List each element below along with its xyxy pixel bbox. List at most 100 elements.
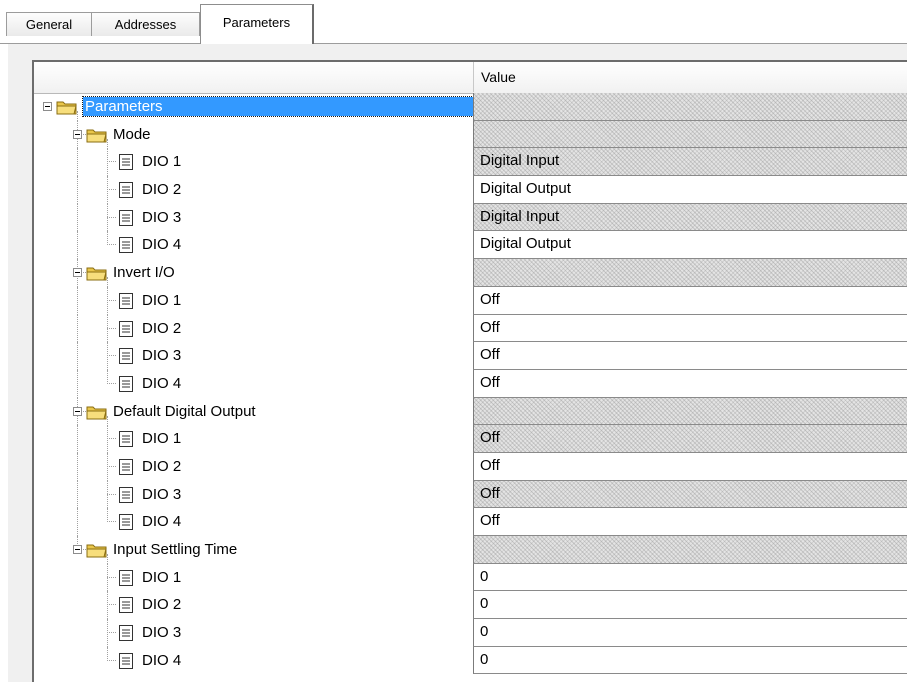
tree-param-row[interactable]: DIO 3 0 xyxy=(34,619,907,647)
parameter-icon xyxy=(118,236,134,254)
row-label[interactable]: Default Digital Output xyxy=(113,402,256,421)
row-label[interactable]: DIO 3 xyxy=(142,346,181,365)
tree-param-row[interactable]: DIO 2 Off xyxy=(34,314,907,343)
value-cell[interactable]: 0 xyxy=(473,591,907,620)
folder-icon xyxy=(86,127,108,143)
tab-parameters[interactable]: Parameters xyxy=(200,4,314,44)
value-cell[interactable]: Off xyxy=(473,508,907,536)
tree-group-row[interactable]: Invert I/O xyxy=(34,259,907,288)
readonly-value-cell xyxy=(473,397,907,426)
collapse-icon[interactable] xyxy=(43,102,52,111)
collapse-icon[interactable] xyxy=(73,129,82,139)
tree-connector xyxy=(107,382,116,385)
row-label[interactable]: DIO 2 xyxy=(142,180,181,199)
collapse-icon[interactable] xyxy=(73,406,82,416)
row-label[interactable]: DIO 4 xyxy=(142,235,181,254)
value-cell[interactable]: Digital Output xyxy=(473,231,907,260)
parameter-icon xyxy=(118,153,134,171)
collapse-icon[interactable] xyxy=(73,268,82,278)
value-cell[interactable]: Off xyxy=(473,286,907,315)
value-cell[interactable]: 0 xyxy=(473,619,907,647)
row-name-cell: Mode xyxy=(34,120,473,149)
value-cell[interactable]: Digital Output xyxy=(473,176,907,204)
row-label[interactable]: DIO 2 xyxy=(142,595,181,614)
row-label[interactable]: DIO 1 xyxy=(142,429,181,448)
tree-param-row[interactable]: DIO 1 Off xyxy=(34,425,907,453)
row-label[interactable]: DIO 1 xyxy=(142,568,181,587)
readonly-value-cell xyxy=(473,259,907,287)
value-cell[interactable]: 0 xyxy=(473,563,907,592)
tree-group-row[interactable]: Default Digital Output xyxy=(34,397,907,426)
tree-connector xyxy=(77,508,79,536)
row-label[interactable]: Invert I/O xyxy=(113,263,175,282)
row-label[interactable]: Parameters xyxy=(82,96,474,117)
tree-param-row[interactable]: DIO 4 0 xyxy=(34,646,907,675)
tree-param-row[interactable]: DIO 3 Digital Input xyxy=(34,203,907,232)
parameter-icon xyxy=(118,347,134,365)
tree-param-row[interactable]: DIO 4 Off xyxy=(34,369,907,398)
tree-connector xyxy=(77,176,79,204)
row-label[interactable]: DIO 4 xyxy=(142,512,181,531)
tree-param-row[interactable]: DIO 4 Digital Output xyxy=(34,231,907,260)
row-label[interactable]: DIO 3 xyxy=(142,623,181,642)
tree-param-row[interactable]: DIO 1 0 xyxy=(34,563,907,592)
tree-param-row[interactable]: DIO 1 Digital Input xyxy=(34,148,907,177)
readonly-value-cell[interactable]: Off xyxy=(473,425,907,453)
tree-param-row[interactable]: DIO 2 0 xyxy=(34,591,907,620)
parameter-icon xyxy=(118,181,134,199)
row-label[interactable]: Input Settling Time xyxy=(113,540,237,559)
row-label[interactable]: DIO 3 xyxy=(142,208,181,227)
tab-strip: General Addresses Parameters xyxy=(0,0,907,44)
collapse-icon[interactable] xyxy=(73,545,82,554)
value-cell[interactable]: Off xyxy=(473,452,907,481)
tab-addresses[interactable]: Addresses xyxy=(91,12,200,36)
tree-group-row[interactable]: Input Settling Time xyxy=(34,536,907,564)
tree-param-row[interactable]: DIO 2 Digital Output xyxy=(34,176,907,204)
name-column-header[interactable] xyxy=(34,62,474,92)
tree-connector xyxy=(107,576,116,579)
parameter-icon xyxy=(118,596,134,614)
value-cell[interactable]: Off xyxy=(473,314,907,343)
tree-connector xyxy=(107,438,116,440)
readonly-value-cell xyxy=(473,93,907,121)
folder-icon xyxy=(56,99,78,115)
value-cell[interactable]: Off xyxy=(473,369,907,398)
row-label[interactable]: DIO 3 xyxy=(142,485,181,504)
folder-icon xyxy=(86,265,108,281)
row-label[interactable]: DIO 4 xyxy=(142,651,181,670)
row-label[interactable]: DIO 2 xyxy=(142,457,181,476)
tree-param-row[interactable]: DIO 3 Off xyxy=(34,342,907,370)
row-label[interactable]: DIO 4 xyxy=(142,374,181,393)
row-name-cell: DIO 2 xyxy=(34,176,473,204)
readonly-value-cell[interactable]: Digital Input xyxy=(473,203,907,232)
tree-connector xyxy=(107,493,116,496)
tree-connector xyxy=(77,203,79,232)
row-label[interactable]: DIO 1 xyxy=(142,152,181,171)
row-name-cell: DIO 4 xyxy=(34,646,473,675)
tree-connector xyxy=(107,216,116,219)
readonly-value-cell[interactable]: Digital Input xyxy=(473,148,907,177)
readonly-value-cell[interactable]: Off xyxy=(473,480,907,509)
readonly-value-cell xyxy=(473,120,907,149)
tab-general[interactable]: General xyxy=(6,12,92,36)
row-name-cell: DIO 3 xyxy=(34,342,473,370)
tree-connector xyxy=(107,632,116,634)
value-cell[interactable]: 0 xyxy=(473,646,907,675)
tree-param-row[interactable]: DIO 1 Off xyxy=(34,286,907,315)
row-label[interactable]: DIO 1 xyxy=(142,291,181,310)
tree-group-row[interactable]: Parameters xyxy=(34,93,907,121)
tree-param-row[interactable]: DIO 2 Off xyxy=(34,452,907,481)
row-label[interactable]: DIO 2 xyxy=(142,319,181,338)
value-column-header[interactable]: Value xyxy=(481,62,516,92)
tree-param-row[interactable]: DIO 3 Off xyxy=(34,480,907,509)
tree-connector xyxy=(77,452,79,481)
tree-param-row[interactable]: DIO 4 Off xyxy=(34,508,907,536)
tree-group-row[interactable]: Mode xyxy=(34,120,907,149)
row-label[interactable]: Mode xyxy=(113,125,151,144)
row-name-cell: DIO 3 xyxy=(34,619,473,647)
row-name-cell: Parameters xyxy=(34,93,474,121)
parameter-icon xyxy=(118,652,134,670)
tree-connector xyxy=(77,425,79,453)
tree-connector xyxy=(107,355,116,357)
value-cell[interactable]: Off xyxy=(473,342,907,370)
